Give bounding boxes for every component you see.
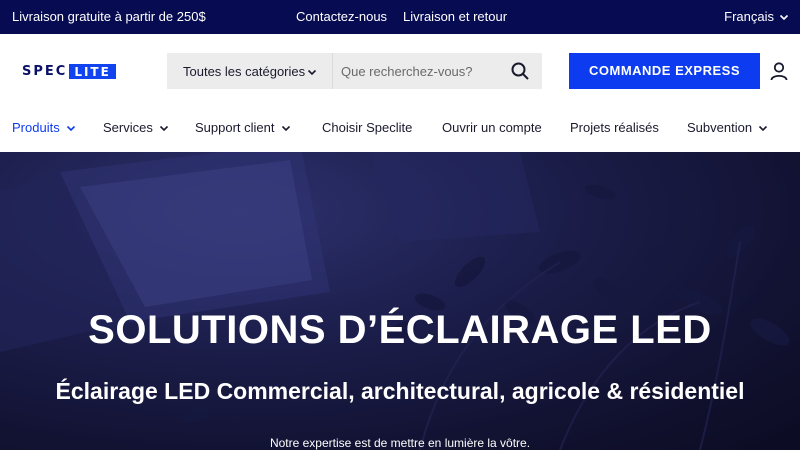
site-header: SPEC LITE Toutes les catégories COMMANDE… (0, 34, 800, 106)
chevron-down-icon (307, 69, 317, 76)
nav-item-choisir-speclite[interactable]: Choisir Speclite (322, 120, 412, 135)
nav-item-label: Services (103, 120, 153, 135)
chevron-down-icon (66, 125, 75, 131)
nav-item-label: Ouvrir un compte (442, 120, 542, 135)
free-shipping-text: Livraison gratuite à partir de 250$ (12, 9, 206, 24)
delivery-returns-link[interactable]: Livraison et retour (403, 9, 507, 24)
nav-item-subvention[interactable]: Subvention (687, 120, 768, 135)
nav-item-support[interactable]: Support client (195, 120, 291, 135)
search-input[interactable] (341, 53, 501, 89)
search-divider (332, 53, 333, 89)
nav-item-label: Choisir Speclite (322, 120, 413, 135)
nav-item-produits[interactable]: Produits (12, 120, 76, 135)
nav-item-projets[interactable]: Projets réalisés (570, 120, 659, 135)
express-order-button[interactable]: COMMANDE EXPRESS (569, 53, 760, 89)
nav-item-label: Projets réalisés (570, 120, 659, 135)
nav-item-label: Support client (195, 120, 275, 135)
category-select[interactable]: Toutes les catégories (183, 64, 305, 79)
chevron-down-icon (159, 125, 168, 131)
hero-subtitle: Éclairage LED Commercial, architectural,… (55, 378, 745, 404)
hero-tagline: Notre expertise est de mettre en lumière… (269, 436, 531, 450)
language-selector[interactable]: Français (724, 9, 774, 24)
logo-text-spec: SPEC (22, 63, 68, 79)
chevron-down-icon (779, 14, 789, 21)
chevron-down-icon (281, 125, 290, 131)
search-icon[interactable] (510, 61, 530, 81)
contact-link[interactable]: Contactez-nous (296, 9, 387, 24)
nav-item-ouvrir-compte[interactable]: Ouvrir un compte (442, 120, 542, 135)
hero-background-image (0, 152, 800, 450)
nav-item-label: Subvention (687, 120, 753, 135)
hero-banner: SOLUTIONS D’ÉCLAIRAGE LED Éclairage LED … (0, 152, 800, 450)
main-nav: Produits Services Support client Choisir… (0, 106, 800, 152)
user-icon[interactable] (769, 61, 789, 81)
nav-item-services[interactable]: Services (103, 120, 169, 135)
nav-item-label: Produits (12, 120, 60, 135)
speclite-logo[interactable]: SPEC LITE (22, 63, 116, 79)
search-bar: Toutes les catégories (167, 53, 542, 89)
top-bar: Livraison gratuite à partir de 250$ Cont… (0, 0, 800, 34)
logo-text-lite: LITE (69, 63, 116, 79)
chevron-down-icon (758, 125, 768, 131)
hero-title: SOLUTIONS D’ÉCLAIRAGE LED (88, 308, 712, 352)
